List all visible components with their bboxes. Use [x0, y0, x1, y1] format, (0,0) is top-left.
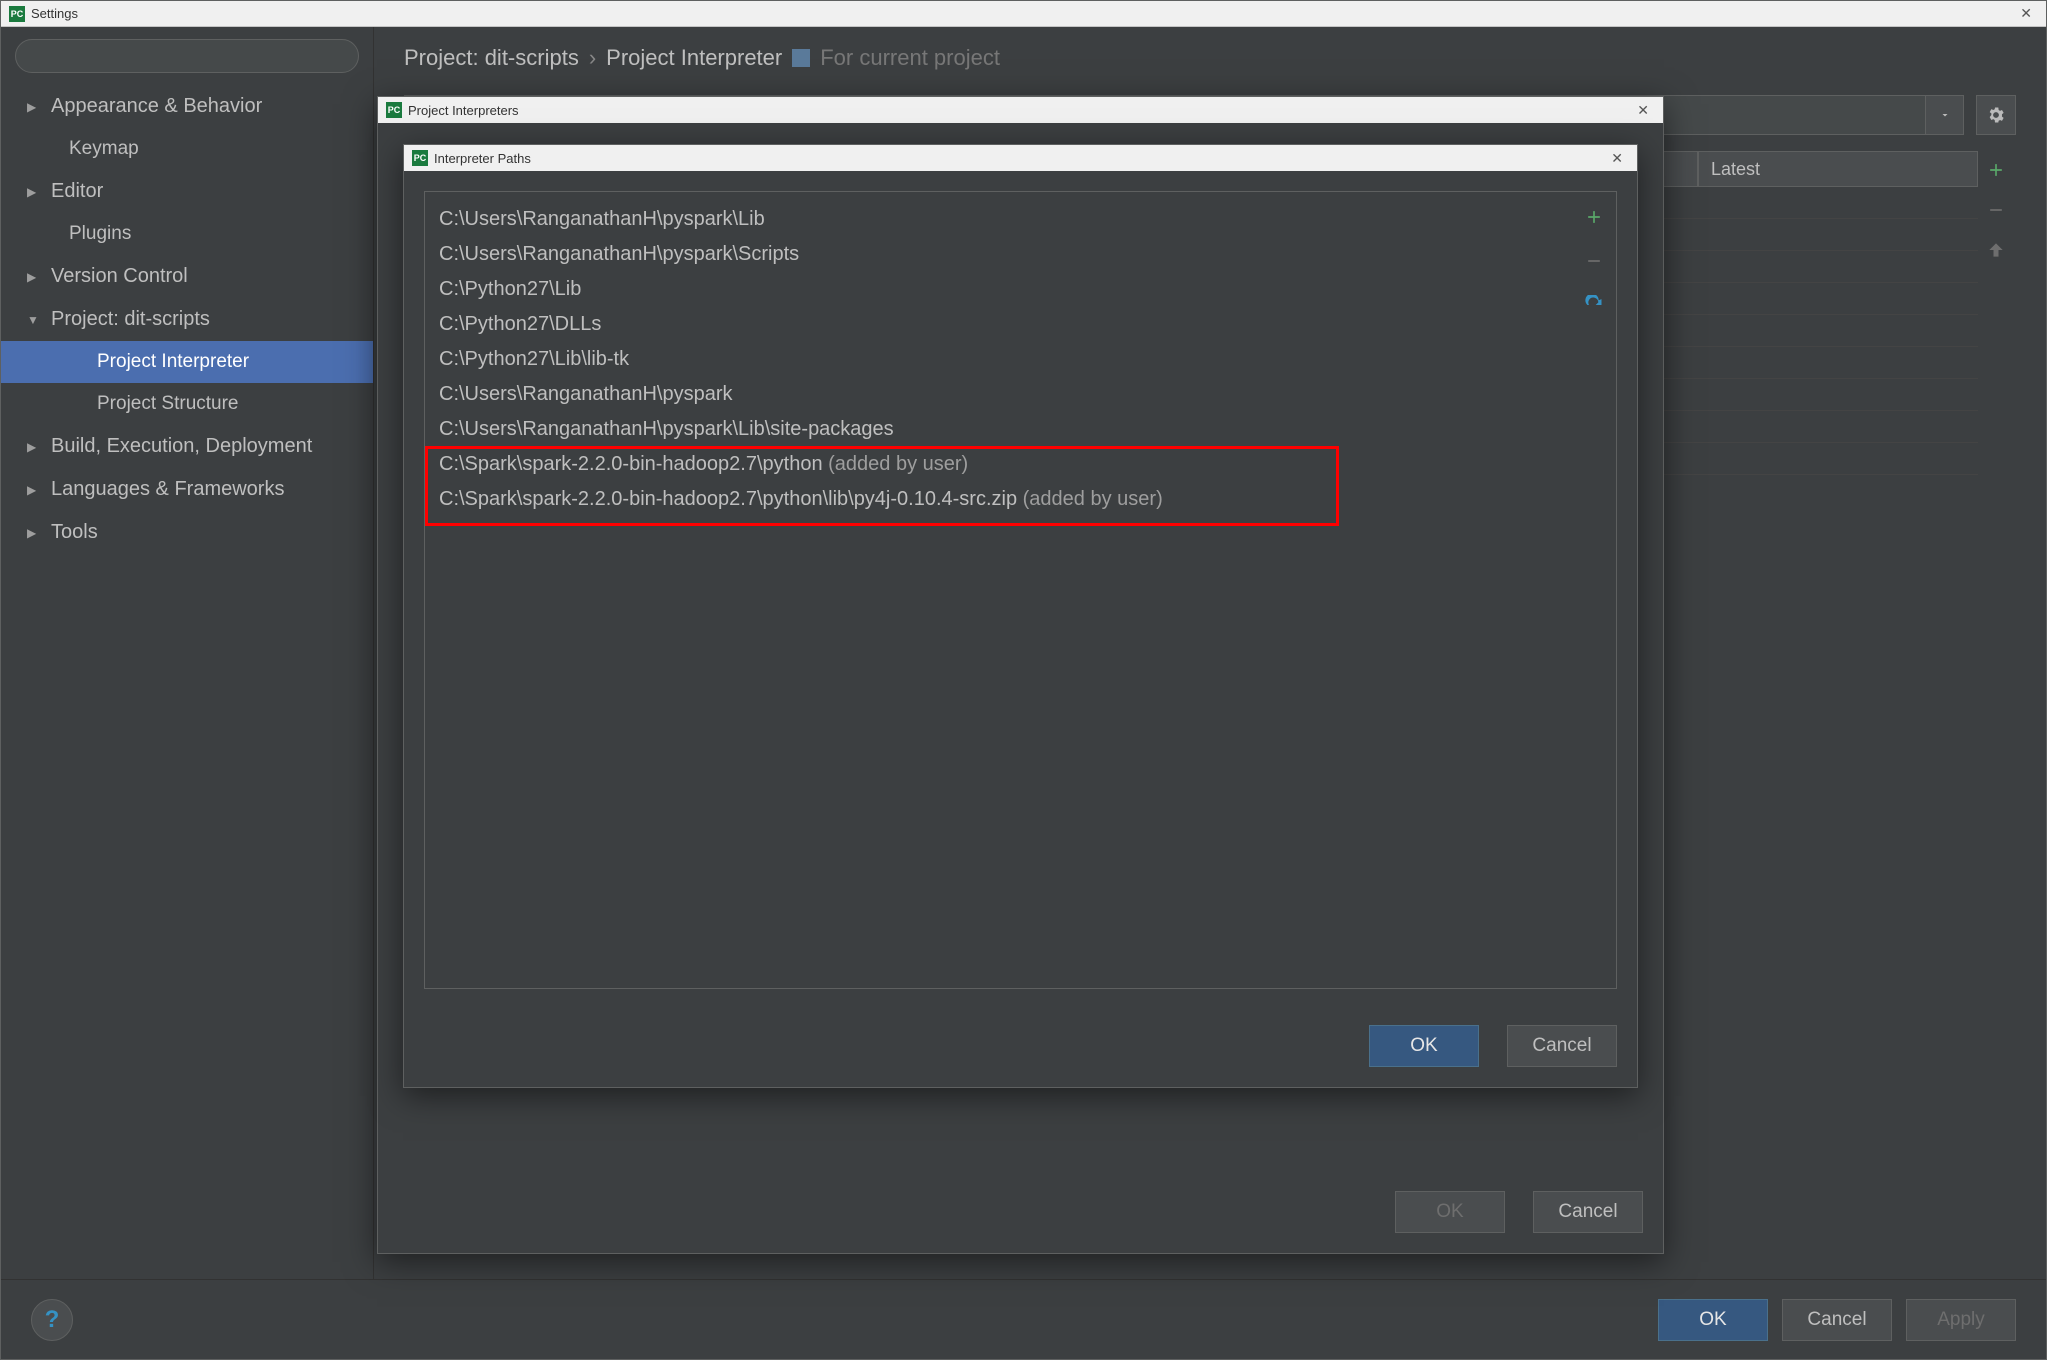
dialog-title: Project Interpreters [408, 103, 1631, 118]
close-icon[interactable]: ✕ [2014, 3, 2038, 24]
pi-cancel-button[interactable]: Cancel [1533, 1191, 1643, 1233]
sidebar-item[interactable]: ▶ Version Control [1, 255, 373, 298]
app-icon: PC [9, 6, 25, 22]
remove-package-button[interactable] [1978, 193, 2014, 227]
scope-badge-icon [792, 49, 810, 67]
breadcrumb-project: Project: dit-scripts [404, 45, 579, 71]
remove-path-button[interactable] [1576, 244, 1612, 278]
path-item[interactable]: C:\Python27\Lib [439, 272, 1558, 307]
path-text: C:\Spark\spark-2.2.0-bin-hadoop2.7\pytho… [439, 488, 1017, 510]
interpreter-gear-button[interactable] [1976, 95, 2016, 135]
dialog-titlebar: PC Project Interpreters ✕ [378, 97, 1663, 123]
path-item[interactable]: C:\Users\RanganathanH\pyspark [439, 377, 1558, 412]
paths-cancel-button[interactable]: Cancel [1507, 1025, 1617, 1067]
sidebar-item[interactable]: Project Structure [1, 383, 373, 425]
sidebar-item[interactable]: ▶ Build, Execution, Deployment [1, 425, 373, 468]
sidebar-item-label: Version Control [51, 265, 188, 288]
app-icon: PC [386, 102, 402, 118]
app-icon: PC [412, 150, 428, 166]
expand-icon: ▼ [27, 313, 41, 327]
breadcrumb-page: Project Interpreter [606, 45, 782, 71]
settings-search-input[interactable] [15, 39, 359, 73]
sidebar-item-label: Editor [51, 180, 103, 203]
window-titlebar: PC Settings ✕ [1, 1, 2046, 27]
path-item[interactable]: C:\Python27\Lib\lib-tk [439, 342, 1558, 377]
path-text: C:\Users\RanganathanH\pyspark [439, 383, 732, 405]
settings-sidebar: ▶ Appearance & Behavior Keymap ▶ Editor Plugi… [1, 27, 374, 1279]
sidebar-item-label: Plugins [69, 223, 131, 245]
path-item[interactable]: C:\Users\RanganathanH\pyspark\Scripts [439, 237, 1558, 272]
sidebar-item[interactable]: ▶ Appearance & Behavior [1, 85, 373, 128]
sidebar-item[interactable]: Plugins [1, 213, 373, 255]
reload-paths-button[interactable] [1576, 288, 1612, 322]
expand-icon: ▶ [27, 185, 41, 199]
sidebar-item[interactable]: Project Interpreter [1, 341, 373, 383]
paths-list[interactable]: C:\Users\RanganathanH\pyspark\Lib C:\User… [425, 192, 1572, 988]
path-added-label: (added by user) [823, 453, 969, 475]
sidebar-item[interactable]: ▶ Tools [1, 511, 373, 554]
paths-ok-button[interactable]: OK [1369, 1025, 1479, 1067]
dropdown-toggle[interactable] [1925, 96, 1963, 134]
expand-icon: ▶ [27, 270, 41, 284]
settings-bottom-bar: ? OK Cancel Apply [1, 1279, 2046, 1359]
settings-cancel-button[interactable]: Cancel [1782, 1299, 1892, 1341]
path-added-label: (added by user) [1017, 488, 1163, 510]
settings-apply-button[interactable]: Apply [1906, 1299, 2016, 1341]
expand-icon: ▶ [27, 100, 41, 114]
sidebar-item-label: Appearance & Behavior [51, 95, 262, 118]
path-text: C:\Python27\Lib\lib-tk [439, 348, 629, 370]
path-item[interactable]: C:\Python27\DLLs [439, 307, 1558, 342]
sidebar-item-label: Keymap [69, 138, 139, 160]
sidebar-item[interactable]: ▶ Editor [1, 170, 373, 213]
path-item[interactable]: C:\Spark\spark-2.2.0-bin-hadoop2.7\pytho… [439, 447, 1558, 482]
interpreter-paths-dialog: PC Interpreter Paths ✕ C:\Users\Ranganat… [403, 144, 1638, 1088]
path-text: C:\Spark\spark-2.2.0-bin-hadoop2.7\pytho… [439, 453, 823, 475]
add-package-button[interactable] [1978, 153, 2014, 187]
sidebar-item-label: Project Structure [97, 393, 239, 415]
sidebar-item[interactable]: ▶ Languages & Frameworks [1, 468, 373, 511]
breadcrumb: Project: dit-scripts › Project Interpret… [374, 27, 2046, 89]
path-item[interactable]: C:\Users\RanganathanH\pyspark\Lib\site-p… [439, 412, 1558, 447]
path-text: C:\Users\RanganathanH\pyspark\Lib [439, 208, 765, 230]
window-title: Settings [31, 6, 2014, 21]
sidebar-item-label: Build, Execution, Deployment [51, 435, 312, 458]
path-text: C:\Users\RanganathanH\pyspark\Lib\site-p… [439, 418, 894, 440]
upgrade-package-button[interactable] [1978, 233, 2014, 267]
path-text: C:\Python27\DLLs [439, 313, 601, 335]
dialog-title: Interpreter Paths [434, 151, 1605, 166]
pkg-col-latest[interactable]: Latest [1698, 151, 1978, 187]
pi-ok-button[interactable]: OK [1395, 1191, 1505, 1233]
dialog-titlebar: PC Interpreter Paths ✕ [404, 145, 1637, 171]
sidebar-item-label: Tools [51, 521, 98, 544]
path-text: C:\Users\RanganathanH\pyspark\Scripts [439, 243, 799, 265]
sidebar-item-label: Languages & Frameworks [51, 478, 284, 501]
breadcrumb-separator: › [589, 45, 596, 71]
close-icon[interactable]: ✕ [1631, 100, 1655, 121]
path-item[interactable]: C:\Users\RanganathanH\pyspark\Lib [439, 202, 1558, 237]
expand-icon: ▶ [27, 483, 41, 497]
settings-ok-button[interactable]: OK [1658, 1299, 1768, 1341]
expand-icon: ▶ [27, 440, 41, 454]
sidebar-item-label: Project Interpreter [97, 351, 249, 373]
path-item[interactable]: C:\Spark\spark-2.2.0-bin-hadoop2.7\pytho… [439, 482, 1558, 517]
for-current-project-label: For current project [820, 45, 1000, 71]
sidebar-item[interactable]: ▼ Project: dit-scripts [1, 298, 373, 341]
help-button[interactable]: ? [31, 1299, 73, 1341]
close-icon[interactable]: ✕ [1605, 148, 1629, 169]
add-path-button[interactable] [1576, 200, 1612, 234]
expand-icon: ▶ [27, 526, 41, 540]
sidebar-item-label: Project: dit-scripts [51, 308, 210, 331]
path-text: C:\Python27\Lib [439, 278, 581, 300]
sidebar-item[interactable]: Keymap [1, 128, 373, 170]
